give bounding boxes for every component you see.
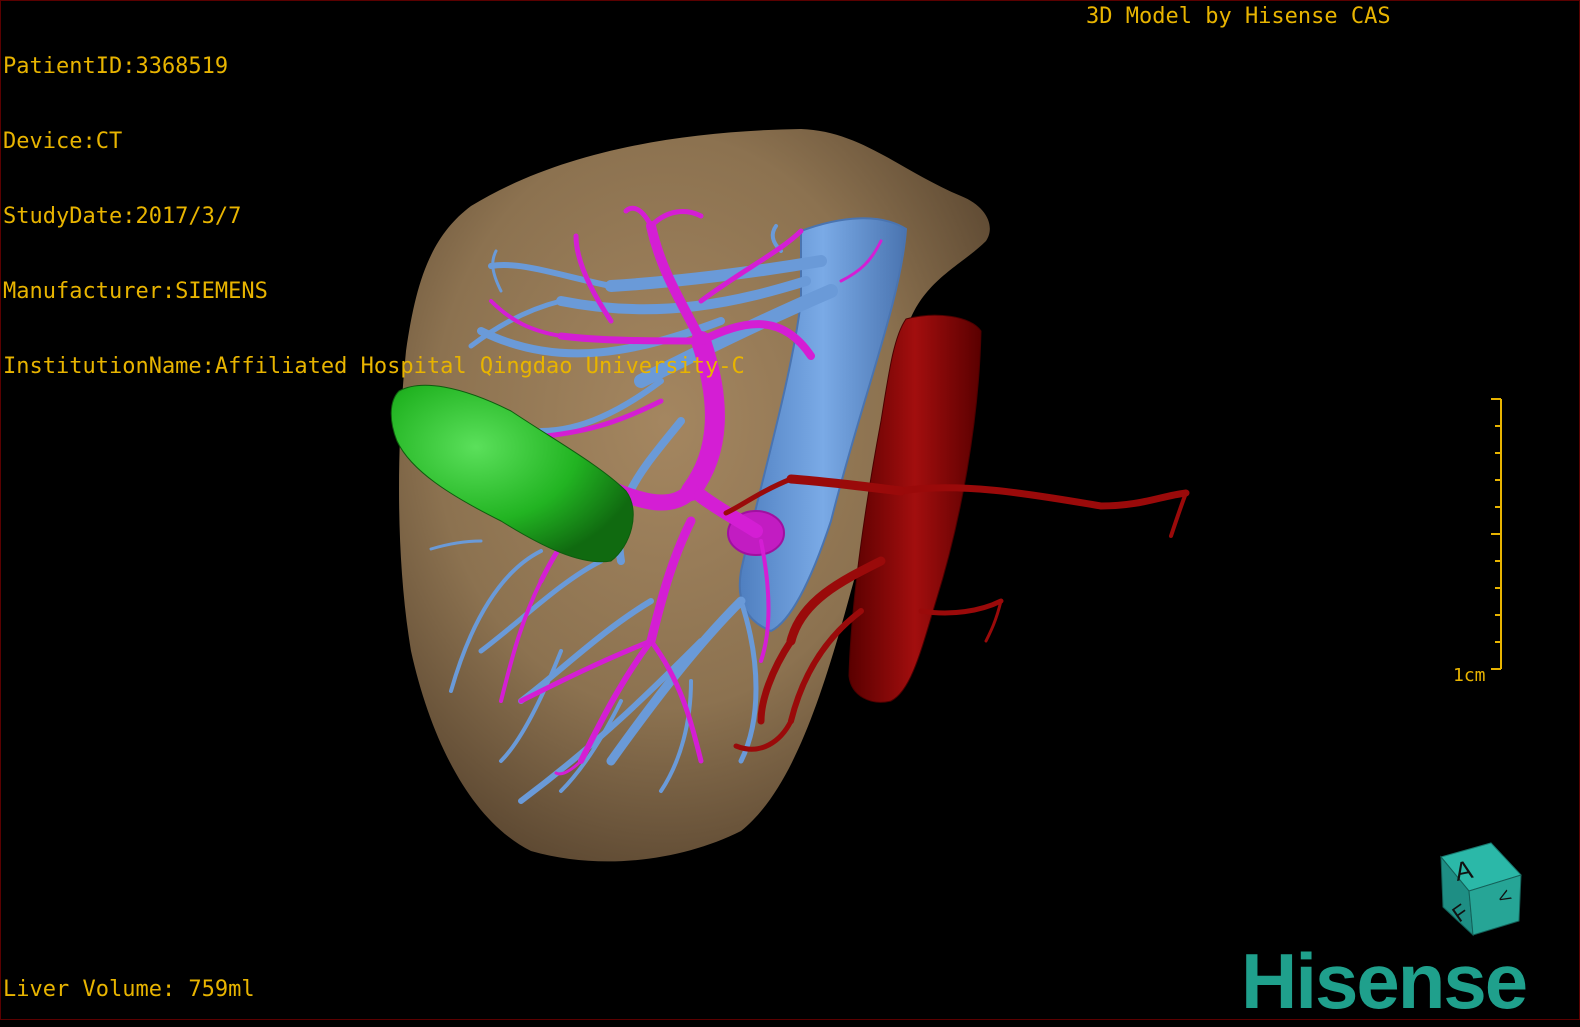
scale-label: 1cm [1453, 665, 1486, 686]
study-date: StudyDate:2017/3/7 [3, 204, 242, 229]
model-credit: 3D Model by Hisense CAS [1086, 4, 1391, 29]
orientation-cube[interactable]: A F V [1421, 835, 1531, 945]
manufacturer: Manufacturer:SIEMENS [3, 279, 268, 304]
institution-name: InstitutionName:Affiliated Hospital Qing… [3, 354, 745, 379]
liver-volume: Liver Volume: 759ml [3, 977, 255, 1002]
hisense-logo: Hisense [1241, 937, 1528, 1025]
scale-bar-graphic [1491, 398, 1502, 670]
patient-id: PatientID:3368519 [3, 54, 229, 79]
3d-viewport[interactable]: PatientID:3368519 Device:CT StudyDate:20… [0, 0, 1580, 1025]
device: Device:CT [3, 129, 123, 154]
patient-info-overlay: PatientID:3368519 Device:CT StudyDate:20… [3, 4, 745, 429]
